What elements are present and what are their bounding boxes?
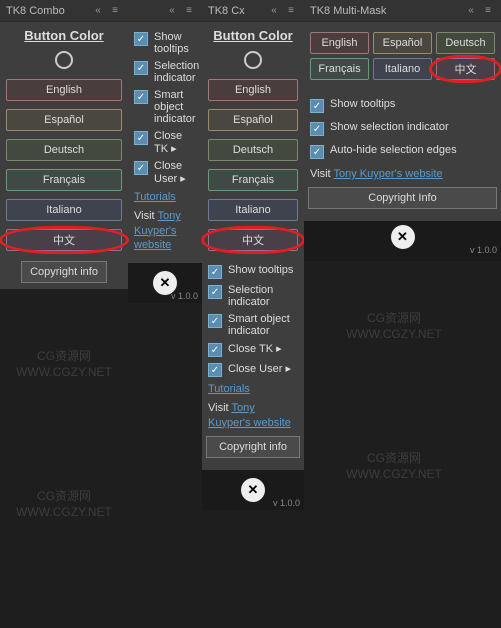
lang-chinese[interactable]: 中文 — [436, 58, 495, 80]
button-color-heading: Button Color — [24, 28, 103, 43]
color-circle[interactable] — [55, 51, 73, 69]
checkbox-icon: ✓ — [310, 145, 324, 159]
chk-autohide[interactable]: ✓Auto-hide selection edges — [308, 144, 497, 159]
chk-show-selection[interactable]: ✓Show selection indicator — [308, 121, 497, 136]
lang-italiano[interactable]: Italiano — [208, 199, 298, 221]
chk-close-user[interactable]: ✓Close User ▸ — [206, 362, 300, 377]
footer: ✕ v 1.0.0 — [202, 470, 304, 510]
visit-text: Visit Tony Kuyper's website — [310, 167, 495, 181]
lang-deutsch[interactable]: Deutsch — [436, 32, 495, 54]
close-button[interactable]: ✕ — [241, 478, 265, 502]
copyright-button[interactable]: Copyright Info — [308, 187, 497, 209]
checkbox-icon: ✓ — [134, 61, 148, 75]
lang-espanol[interactable]: Español — [208, 109, 298, 131]
lang-english[interactable]: English — [6, 79, 122, 101]
checkbox-icon: ✓ — [134, 90, 148, 104]
lang-english[interactable]: English — [208, 79, 298, 101]
checkbox-icon: ✓ — [134, 161, 148, 175]
combo2-titlebar: « ≡ — [128, 0, 202, 22]
menu-icon[interactable]: ≡ — [108, 4, 122, 18]
checkbox-icon: ✓ — [208, 314, 222, 328]
footer: ✕ v 1.0.0 — [128, 263, 202, 303]
checkbox-icon: ✓ — [208, 343, 222, 357]
lang-deutsch[interactable]: Deutsch — [208, 139, 298, 161]
checkbox-icon: ✓ — [134, 131, 148, 145]
tutorials-link[interactable]: Tutorials — [208, 383, 250, 395]
visit-text: Visit Tony Kuyper's website — [134, 209, 196, 252]
collapse-icon[interactable]: « — [165, 4, 179, 18]
combo-titlebar: TK8 Combo « ≡ — [0, 0, 128, 22]
collapse-icon[interactable]: « — [91, 4, 105, 18]
checkbox-icon: ✓ — [134, 32, 148, 46]
lang-italiano[interactable]: Italiano — [6, 199, 122, 221]
checkbox-icon: ✓ — [310, 99, 324, 113]
version-label: v 1.0.0 — [273, 498, 300, 508]
checkbox-icon: ✓ — [208, 265, 222, 279]
website-link[interactable]: Tony Kuyper's website — [333, 168, 442, 180]
lang-espanol[interactable]: Español — [373, 32, 432, 54]
lang-italiano[interactable]: Italiano — [373, 58, 432, 80]
menu-icon[interactable]: ≡ — [182, 4, 196, 18]
menu-icon[interactable]: ≡ — [284, 4, 298, 18]
cx-title: TK8 Cx — [208, 5, 245, 17]
lang-english[interactable]: English — [310, 32, 369, 54]
lang-francais[interactable]: Français — [208, 169, 298, 191]
chk-selection-indicator[interactable]: ✓Selection indicator — [132, 60, 198, 84]
chk-selection-indicator[interactable]: ✓Selection indicator — [206, 284, 300, 308]
lang-espanol[interactable]: Español — [6, 109, 122, 131]
chk-tooltips[interactable]: ✓Show tooltips — [308, 98, 497, 113]
checkbox-icon: ✓ — [208, 363, 222, 377]
copyright-button[interactable]: Copyright info — [21, 261, 107, 283]
lang-francais[interactable]: Français — [310, 58, 369, 80]
version-label: v 1.0.0 — [171, 291, 198, 301]
footer: ✕ v 1.0.0 — [304, 221, 501, 261]
lang-deutsch[interactable]: Deutsch — [6, 139, 122, 161]
checkbox-icon: ✓ — [310, 122, 324, 136]
chk-close-user[interactable]: ✓Close User ▸ — [132, 160, 198, 185]
checkbox-icon: ✓ — [208, 285, 222, 299]
chk-tooltips[interactable]: ✓Show tooltips — [206, 264, 300, 279]
mm-titlebar: TK8 Multi-Mask « ≡ — [304, 0, 501, 22]
tutorials-link[interactable]: Tutorials — [134, 191, 176, 203]
combo-title: TK8 Combo — [6, 5, 65, 17]
lang-chinese[interactable]: 中文 — [6, 229, 122, 251]
collapse-icon[interactable]: « — [464, 4, 478, 18]
copyright-button[interactable]: Copyright info — [206, 436, 300, 458]
menu-icon[interactable]: ≡ — [481, 4, 495, 18]
chk-close-tk[interactable]: ✓Close TK ▸ — [206, 342, 300, 357]
chk-close-tk[interactable]: ✓Close TK ▸ — [132, 130, 198, 155]
button-color-heading: Button Color — [213, 28, 292, 43]
close-button[interactable]: ✕ — [391, 225, 415, 249]
collapse-icon[interactable]: « — [267, 4, 281, 18]
mm-title: TK8 Multi-Mask — [310, 5, 386, 17]
lang-francais[interactable]: Français — [6, 169, 122, 191]
cx-titlebar: TK8 Cx « ≡ — [202, 0, 304, 22]
chk-smart-object[interactable]: ✓Smart object indicator — [206, 313, 300, 337]
chk-tooltips[interactable]: ✓Show tooltips — [132, 31, 198, 55]
color-circle[interactable] — [244, 51, 262, 69]
chk-smart-object[interactable]: ✓Smart object indicator — [132, 89, 198, 125]
visit-text: Visit Tony Kuyper's website — [208, 401, 298, 430]
lang-chinese[interactable]: 中文 — [208, 229, 298, 251]
version-label: v 1.0.0 — [470, 245, 497, 255]
